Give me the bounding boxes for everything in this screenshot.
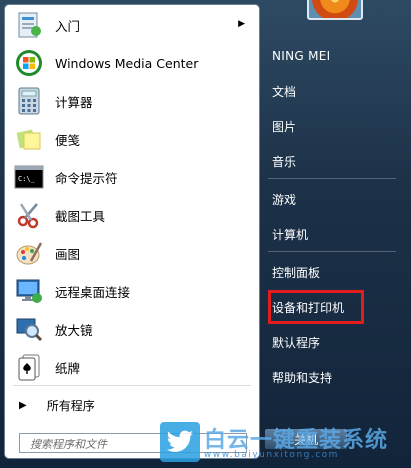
all-programs-label: 所有程序 (46, 398, 95, 413)
bird-logo-icon (160, 422, 200, 462)
devices-and-printers-label: 设备和打印机 (272, 300, 345, 315)
windows-media-center-icon (13, 47, 45, 79)
user-name: NING MEI (272, 49, 331, 63)
help-and-support-link[interactable]: 帮助和支持 (270, 364, 398, 390)
program-label: 画图 (55, 246, 81, 262)
programs-pane: 入门 ▶ Windows Media Center 计算器 便笺 C:\_ 命令… (4, 4, 260, 459)
program-getting-started[interactable]: 入门 ▶ (9, 7, 255, 43)
program-label: 远程桌面连接 (55, 284, 131, 300)
control-panel-label: 控制面板 (272, 265, 321, 280)
control-panel-link[interactable]: 控制面板 (270, 259, 398, 285)
watermark-url: www.baiyunxitong.com (204, 450, 339, 460)
user-name-link[interactable]: NING MEI (270, 43, 398, 69)
triangle-right-icon: ▶ (19, 399, 27, 411)
pictures-link[interactable]: 图片 (270, 113, 398, 139)
magnifier-icon (13, 313, 45, 345)
program-label: 入门 (55, 18, 81, 34)
documents-label: 文档 (272, 84, 297, 99)
games-link[interactable]: 游戏 (270, 186, 398, 212)
program-sticky-notes[interactable]: 便笺 (9, 121, 255, 157)
computer-link[interactable]: 计算机 (270, 221, 398, 247)
default-programs-label: 默认程序 (272, 335, 321, 350)
pictures-label: 图片 (272, 119, 297, 134)
program-magnifier[interactable]: 放大镜 (9, 311, 255, 347)
program-snipping-tool[interactable]: 截图工具 (9, 197, 255, 233)
calculator-icon (13, 85, 45, 117)
watermark: 白云一键重装系统 www.baiyunxitong.com (160, 420, 411, 468)
music-link[interactable]: 音乐 (270, 148, 398, 174)
program-calculator[interactable]: 计算器 (9, 83, 255, 119)
program-solitaire[interactable]: 纸牌 (9, 349, 255, 385)
snipping-tool-icon (13, 199, 45, 231)
help-and-support-label: 帮助和支持 (272, 370, 333, 385)
divider (13, 385, 251, 386)
divider (268, 178, 396, 179)
svg-text:C:\_: C:\_ (18, 175, 36, 183)
divider (268, 251, 396, 252)
program-windows-media-center[interactable]: Windows Media Center (9, 45, 255, 81)
program-label: 放大镜 (55, 322, 93, 338)
devices-and-printers-link[interactable]: 设备和打印机 (268, 290, 364, 324)
program-label: 计算器 (55, 94, 93, 110)
documents-link[interactable]: 文档 (270, 78, 398, 104)
program-command-prompt[interactable]: C:\_ 命令提示符 (9, 159, 255, 195)
remote-desktop-icon (13, 275, 45, 307)
solitaire-icon (13, 351, 45, 383)
submenu-arrow-icon[interactable]: ▶ (238, 19, 245, 29)
computer-label: 计算机 (272, 227, 309, 242)
getting-started-icon (13, 9, 45, 41)
program-label: 截图工具 (55, 208, 106, 224)
program-remote-desktop[interactable]: 远程桌面连接 (9, 273, 255, 309)
sticky-notes-icon (13, 123, 45, 155)
program-label: Windows Media Center (55, 55, 199, 71)
program-paint[interactable]: 画图 (9, 235, 255, 271)
default-programs-link[interactable]: 默认程序 (270, 329, 398, 355)
music-label: 音乐 (272, 154, 297, 169)
program-label: 纸牌 (55, 360, 81, 376)
program-label: 便笺 (55, 132, 81, 148)
games-label: 游戏 (272, 192, 297, 207)
avatar[interactable] (307, 0, 363, 20)
command-prompt-icon: C:\_ (13, 161, 45, 193)
paint-icon (13, 237, 45, 269)
program-label: 命令提示符 (55, 170, 118, 186)
all-programs-button[interactable]: ▶ 所有程序 (17, 394, 247, 416)
